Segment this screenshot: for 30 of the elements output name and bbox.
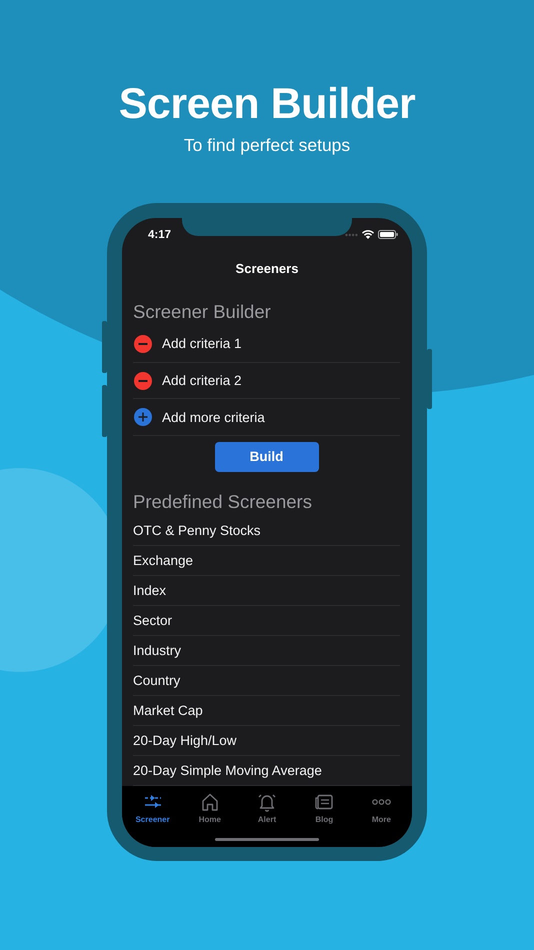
section-header: Screener Builder (133, 300, 272, 324)
minus-circle-icon[interactable] (134, 372, 152, 390)
minus-circle-icon[interactable] (134, 334, 152, 353)
screener-list-item[interactable]: Sector (133, 606, 400, 636)
more-icon (372, 799, 391, 805)
tab-button[interactable]: Screener (124, 791, 182, 824)
section-header: Predefined Screeners (133, 490, 313, 514)
screener-list-item[interactable]: OTC & Penny Stocks (133, 516, 400, 546)
screener-list-item[interactable]: Market Cap (133, 696, 400, 726)
plus-circle-icon[interactable] (134, 408, 152, 426)
promo-title: Screen Builder (118, 79, 416, 130)
criteria-label: Add more criteria (162, 410, 265, 425)
screener-list-item[interactable]: Country (133, 666, 400, 696)
screener-list-item[interactable]: Exchange (133, 546, 400, 576)
screener-list-item[interactable]: Industry (133, 636, 400, 666)
build-button[interactable]: Build (214, 442, 318, 472)
wifi-icon (362, 230, 374, 239)
status-time: 4:17 (148, 228, 172, 241)
promo-subtitle: To find perfect setups (184, 134, 350, 156)
tab-button[interactable]: More (352, 791, 410, 824)
tab-button[interactable]: Blog (296, 791, 353, 824)
screen-title: Screeners (236, 261, 298, 276)
criteria-label: Add criteria 1 (162, 336, 242, 352)
tab-button[interactable]: Alert (238, 791, 296, 824)
battery-icon (378, 230, 398, 239)
signal-icon (345, 232, 358, 236)
tab-button[interactable]: Home (181, 791, 238, 824)
screener-list-item[interactable]: Index (133, 576, 400, 606)
screener-list-item[interactable]: 20-Day High/Low (133, 726, 400, 756)
criteria-label: Add criteria 2 (162, 373, 242, 388)
